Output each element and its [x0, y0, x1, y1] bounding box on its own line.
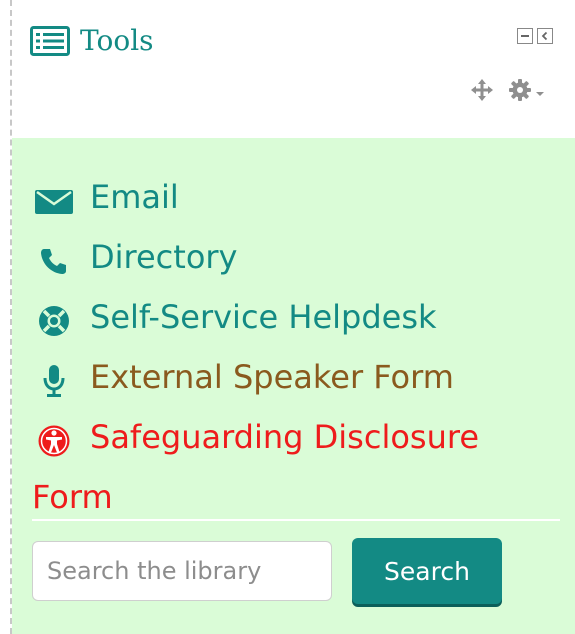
tools-links: Email Directory Self-Service Helpdesk Ex… — [32, 168, 555, 526]
microphone-icon — [32, 350, 76, 408]
block-actions — [470, 78, 545, 106]
link-label: Self-Service Helpdesk — [90, 298, 437, 336]
caret-down-icon — [535, 83, 545, 102]
safeguarding-disclosure-form-link[interactable]: Safeguarding Disclosure Form — [32, 408, 555, 526]
divider — [32, 519, 560, 521]
move-icon[interactable] — [470, 78, 494, 106]
block-content: Email Directory Self-Service Helpdesk Ex… — [12, 138, 575, 634]
block-controls — [517, 28, 553, 44]
link-label: Email — [90, 178, 179, 216]
helpdesk-link[interactable]: Self-Service Helpdesk — [32, 288, 555, 348]
minimize-icon[interactable] — [517, 28, 533, 44]
link-label: Safeguarding Disclosure Form — [32, 418, 479, 516]
library-search: Search — [32, 538, 502, 604]
gear-menu[interactable] — [508, 78, 545, 106]
gear-icon — [508, 78, 532, 106]
envelope-icon — [32, 170, 76, 228]
link-label: Directory — [90, 238, 238, 276]
list-icon — [30, 25, 70, 56]
dock-icon[interactable] — [537, 28, 553, 44]
block-header: Tools — [12, 0, 575, 138]
phone-icon — [32, 230, 76, 288]
search-button[interactable]: Search — [352, 538, 502, 604]
block-title-text: Tools — [80, 24, 154, 57]
block-title: Tools — [30, 24, 154, 57]
accessibility-icon — [32, 410, 76, 468]
tools-block: Tools Email Directory Self-Service Helpd… — [10, 0, 575, 634]
external-speaker-form-link[interactable]: External Speaker Form — [32, 348, 555, 408]
directory-link[interactable]: Directory — [32, 228, 555, 288]
lifebuoy-icon — [32, 290, 76, 348]
search-input[interactable] — [32, 541, 332, 601]
email-link[interactable]: Email — [32, 168, 555, 228]
link-label: External Speaker Form — [90, 358, 454, 396]
